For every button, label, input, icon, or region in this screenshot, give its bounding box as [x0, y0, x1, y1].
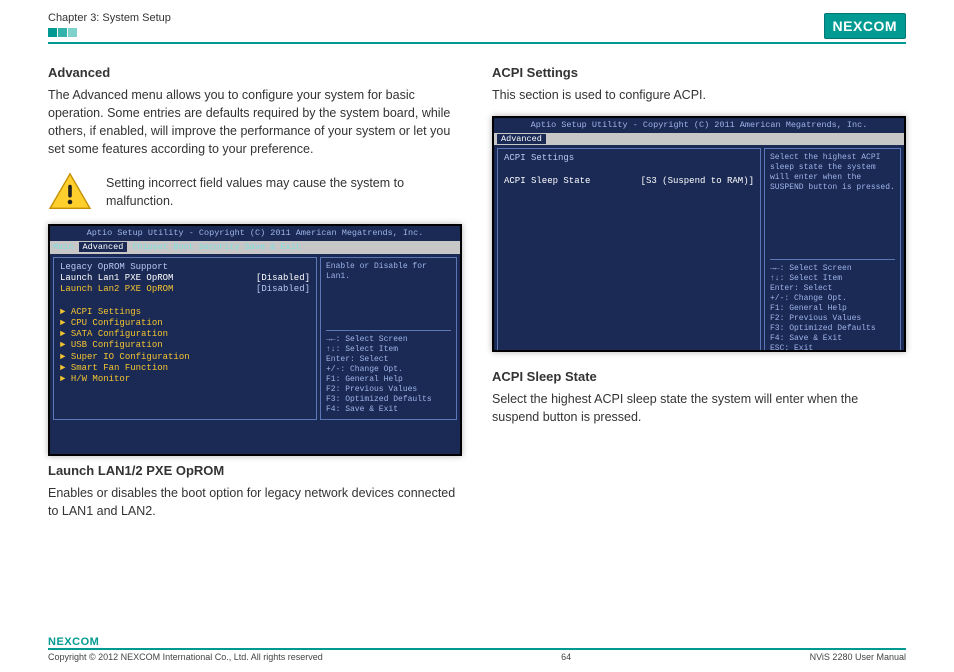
bios-menu-bar: Main Advanced Chipset Boot Security Save… [50, 241, 460, 254]
acpi-settings-heading: ACPI Settings [492, 64, 906, 83]
launch-lan-heading: Launch LAN1/2 PXE OpROM [48, 462, 462, 481]
manual-name: NViS 2280 User Manual [810, 652, 906, 662]
footer-logo: NEXCOM [48, 636, 906, 648]
bios-menu-bar2: Advanced [494, 133, 904, 146]
launch-lan-desc: Enables or disables the boot option for … [48, 484, 462, 520]
footer-copyright: Copyright © 2012 NEXCOM International Co… [48, 652, 323, 662]
acpi-settings-desc: This section is used to configure ACPI. [492, 86, 906, 104]
bios-advanced-screenshot: Aptio Setup Utility - Copyright (C) 2011… [48, 224, 462, 456]
bios-title2: Aptio Setup Utility - Copyright (C) 2011… [494, 118, 904, 133]
accent-squares [48, 28, 171, 40]
header-divider [48, 42, 906, 44]
acpi-sleep-desc: Select the highest ACPI sleep state the … [492, 390, 906, 426]
bios-title: Aptio Setup Utility - Copyright (C) 2011… [50, 226, 460, 241]
brand-logo: NEXCOM [824, 13, 906, 39]
advanced-desc: The Advanced menu allows you to configur… [48, 86, 462, 159]
acpi-sleep-heading: ACPI Sleep State [492, 368, 906, 387]
advanced-heading: Advanced [48, 64, 462, 83]
chapter-label: Chapter 3: System Setup [48, 12, 171, 24]
warning-text: Setting incorrect field values may cause… [106, 174, 462, 210]
warning-icon [48, 172, 92, 212]
page-number: 64 [561, 652, 571, 662]
bios-acpi-screenshot: Aptio Setup Utility - Copyright (C) 2011… [492, 116, 906, 352]
